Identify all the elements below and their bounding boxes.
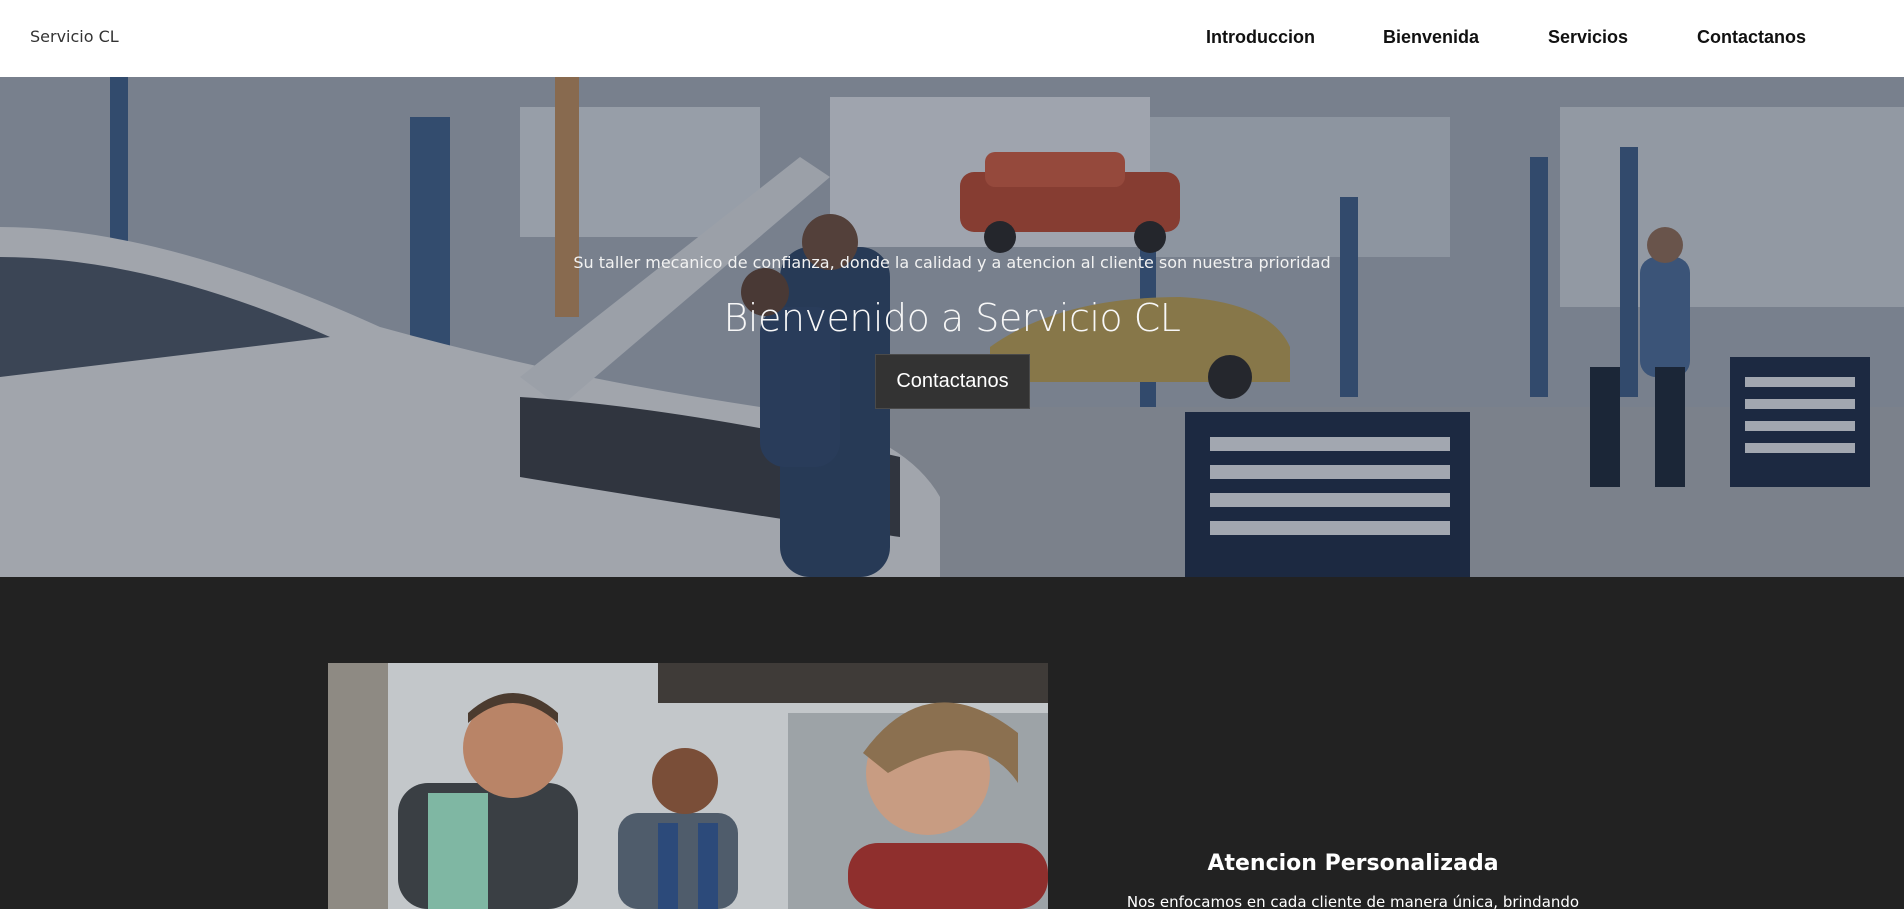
- nav-link-bienvenida[interactable]: Bienvenida: [1383, 27, 1493, 48]
- site-header: Servicio CL Introduccion Bienvenida Serv…: [0, 0, 1904, 77]
- hero-title: Bienvenido a Servicio CL: [723, 296, 1181, 340]
- nav-link-contactanos[interactable]: Contactanos: [1697, 27, 1817, 48]
- brand-logo-text[interactable]: Servicio CL: [30, 27, 119, 46]
- feature-section: Atencion Personalizada Nos enfocamos en …: [0, 577, 1904, 909]
- hero-section: Su taller mecanico de confianza, donde l…: [0, 77, 1904, 577]
- feature-description: Nos enfocamos en cada cliente de manera …: [1126, 893, 1580, 909]
- photo-illustration: [328, 663, 1048, 909]
- hero-contact-button[interactable]: Contactanos: [875, 354, 1030, 409]
- nav-link-introduccion[interactable]: Introduccion: [1206, 27, 1326, 48]
- feature-title: Atencion Personalizada: [1207, 851, 1499, 876]
- customer-service-photo: [328, 663, 1048, 909]
- nav-link-servicios[interactable]: Servicios: [1548, 27, 1638, 48]
- hero-subtitle: Su taller mecanico de confianza, donde l…: [573, 253, 1331, 272]
